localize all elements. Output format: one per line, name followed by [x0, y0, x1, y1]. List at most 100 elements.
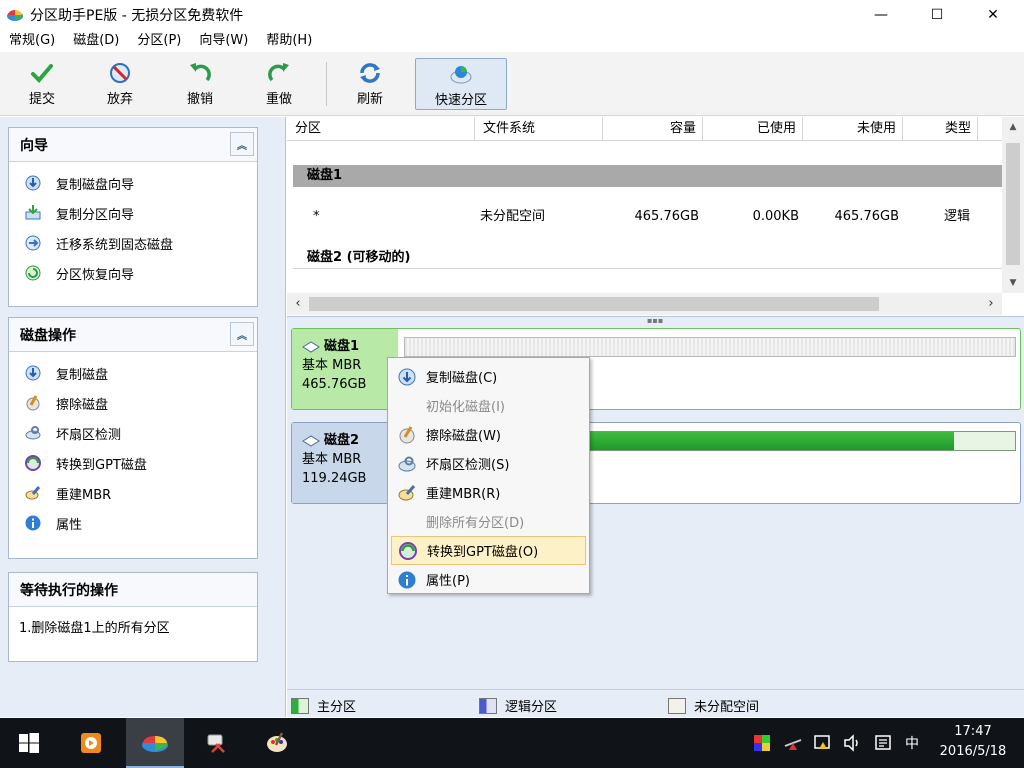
legend-unallocated-swatch: [668, 697, 686, 714]
wizard-copy-partition[interactable]: 复制分区向导: [9, 198, 257, 228]
ctx-wipe-disk[interactable]: 擦除磁盘(W): [391, 420, 586, 449]
col-used[interactable]: 已使用: [703, 117, 803, 141]
tray-ime-indicator[interactable]: 中: [900, 733, 924, 753]
col-unused[interactable]: 未使用: [803, 117, 903, 141]
partition-table: 分区 文件系统 容量 已使用 未使用 类型 磁盘1 * 未分配空间 465.76…: [287, 117, 1024, 317]
cell-partition: *: [313, 209, 320, 224]
cell-unused: 465.76GB: [834, 209, 899, 224]
tray-notification-icon[interactable]: [872, 733, 894, 753]
quick-partition-button[interactable]: 快速分区: [415, 58, 507, 110]
wizard-copy-disk-label: 复制磁盘向导: [56, 177, 135, 193]
ctx-convert-gpt[interactable]: 转换到GPT磁盘(O): [391, 536, 586, 565]
copy-partition-icon: [25, 205, 41, 220]
refresh-label: 刷新: [356, 92, 383, 107]
collapse-disk-ops-button[interactable]: ︽: [230, 322, 254, 346]
menu-wizard[interactable]: 向导(W): [190, 30, 257, 52]
op-wipe-disk[interactable]: 擦除磁盘: [9, 388, 257, 418]
start-button[interactable]: [0, 718, 58, 768]
legend-primary-label: 主分区: [317, 700, 357, 715]
maximize-button[interactable]: ☐: [914, 0, 960, 30]
menu-help[interactable]: 帮助(H): [257, 30, 321, 52]
ctx-bad-sector-check[interactable]: 坏扇区检测(S): [391, 449, 586, 478]
wizard-panel-title: 向导: [20, 137, 48, 154]
rebuild-mbr-icon: [398, 484, 416, 500]
quick-partition-label: 快速分区: [434, 93, 487, 108]
col-type[interactable]: 类型: [903, 117, 978, 141]
undo-label: 撤销: [186, 92, 213, 107]
close-button[interactable]: ✕: [970, 0, 1016, 30]
disk1-type: 基本 MBR: [302, 358, 362, 373]
ctx-delete-all-partitions-label: 删除所有分区(D): [426, 516, 525, 531]
refresh-icon: [360, 63, 380, 83]
bad-sector-icon: [398, 456, 416, 471]
discard-icon: [110, 63, 130, 83]
op-properties-label: 属性: [56, 517, 83, 533]
vertical-scroll-thumb[interactable]: [1006, 143, 1020, 265]
op-copy-disk[interactable]: 复制磁盘: [9, 358, 257, 388]
op-wipe-disk-label: 擦除磁盘: [56, 397, 109, 413]
disk2-group-row[interactable]: 磁盘2 (可移动的): [293, 247, 1002, 269]
redo-button[interactable]: 重做: [257, 58, 301, 110]
col-filesystem[interactable]: 文件系统: [475, 117, 603, 141]
tray-device-icon[interactable]: [812, 733, 834, 753]
disk-icon: [302, 340, 320, 353]
disk1-group-row[interactable]: 磁盘1: [293, 165, 1002, 187]
legend-primary: 主分区: [291, 696, 356, 715]
migrate-ssd-icon: [25, 235, 41, 251]
scroll-right-arrow[interactable]: ›: [980, 293, 1002, 315]
op-properties[interactable]: 属性: [9, 508, 257, 538]
pane-splitter-grip[interactable]: ▪▪▪: [647, 316, 663, 325]
tray-network-icon[interactable]: [782, 733, 804, 753]
wizard-copy-disk[interactable]: 复制磁盘向导: [9, 168, 257, 198]
rebuild-mbr-icon: [25, 486, 41, 500]
legend-unallocated-label: 未分配空间: [694, 700, 760, 715]
taskbar-partition-assistant[interactable]: [126, 718, 184, 768]
redo-label: 重做: [265, 92, 292, 107]
horizontal-scroll-thumb[interactable]: [309, 297, 879, 311]
ctx-properties[interactable]: 属性(P): [391, 565, 586, 594]
commit-button[interactable]: 提交: [20, 58, 64, 110]
taskbar: 中 17:47 2016/5/18: [0, 718, 1024, 768]
menu-bar: 常规(G) 磁盘(D) 分区(P) 向导(W) 帮助(H): [0, 30, 1024, 52]
window-title: 分区助手PE版 - 无损分区免费软件: [30, 8, 244, 24]
tray-volume-icon[interactable]: [842, 733, 864, 753]
ctx-rebuild-mbr-label: 重建MBR(R): [426, 487, 501, 502]
info-icon: [25, 515, 41, 531]
disk-operations-header: 磁盘操作 ︽: [9, 318, 257, 352]
vertical-scrollbar[interactable]: ▲ ▼: [1002, 117, 1024, 293]
taskbar-media-player[interactable]: [62, 718, 120, 768]
wizard-partition-recovery-label: 分区恢复向导: [56, 267, 135, 283]
ctx-copy-disk[interactable]: 复制磁盘(C): [391, 362, 586, 391]
wizard-partition-recovery[interactable]: 分区恢复向导: [9, 258, 257, 288]
disk2-info: 磁盘2 基本 MBR 119.24GB: [292, 423, 398, 503]
scroll-left-arrow[interactable]: ‹: [287, 293, 309, 315]
refresh-button[interactable]: 刷新: [348, 58, 392, 110]
op-rebuild-mbr[interactable]: 重建MBR: [9, 478, 257, 508]
disk1-unallocated-bar[interactable]: [404, 337, 1016, 357]
op-bad-sector-check[interactable]: 坏扇区检测: [9, 418, 257, 448]
taskbar-tool[interactable]: [188, 718, 246, 768]
ctx-rebuild-mbr[interactable]: 重建MBR(R): [391, 478, 586, 507]
minimize-button[interactable]: —: [858, 0, 904, 30]
discard-button[interactable]: 放弃: [98, 58, 142, 110]
wizard-migrate-ssd[interactable]: 迁移系统到固态磁盘: [9, 228, 257, 258]
cell-capacity: 465.76GB: [634, 209, 699, 224]
scroll-down-arrow[interactable]: ▼: [1002, 273, 1024, 293]
menu-general[interactable]: 常规(G): [0, 30, 64, 52]
disk-icon: [302, 434, 320, 447]
taskbar-paint[interactable]: [248, 718, 306, 768]
op-convert-gpt[interactable]: 转换到GPT磁盘: [9, 448, 257, 478]
col-capacity[interactable]: 容量: [603, 117, 703, 141]
col-partition[interactable]: 分区: [287, 117, 475, 141]
scroll-up-arrow[interactable]: ▲: [1002, 117, 1024, 137]
menu-partition[interactable]: 分区(P): [128, 30, 190, 52]
ctx-delete-all-partitions: 删除所有分区(D): [391, 507, 586, 536]
taskbar-clock[interactable]: 17:47 2016/5/18: [930, 722, 1016, 762]
ctx-wipe-disk-label: 擦除磁盘(W): [426, 429, 501, 444]
horizontal-scrollbar[interactable]: ‹ ›: [287, 293, 1002, 315]
collapse-wizard-button[interactable]: ︽: [230, 132, 254, 156]
undo-button[interactable]: 撤销: [178, 58, 222, 110]
wizard-panel-header: 向导 ︽: [9, 128, 257, 162]
menu-disk[interactable]: 磁盘(D): [64, 30, 128, 52]
tray-color-icon[interactable]: [752, 733, 772, 753]
